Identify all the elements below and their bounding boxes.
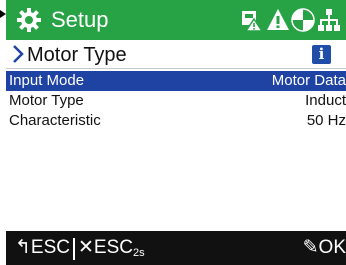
warning-triangle-icon <box>267 9 289 30</box>
cancel-hold-button[interactable]: ✕ESC2s <box>78 238 145 263</box>
divider <box>73 238 75 260</box>
cancel-sub-label: 2s <box>133 247 145 259</box>
x-icon: ✕ <box>78 237 94 258</box>
list-item-input-mode[interactable]: Input Mode Motor Data <box>6 71 346 91</box>
back-button[interactable]: ↰ESC <box>15 238 70 258</box>
play-circle-icon <box>291 8 315 32</box>
return-arrow-icon: ↰ <box>15 237 31 258</box>
breadcrumb[interactable]: Motor Type i <box>6 41 346 69</box>
list-item-label: Motor Type <box>9 92 84 109</box>
gear-icon <box>17 8 41 32</box>
ok-button[interactable]: ✎OK <box>303 238 346 258</box>
breadcrumb-label: Motor Type <box>27 44 127 66</box>
info-icon[interactable]: i <box>312 45 331 64</box>
pencil-icon: ✎ <box>302 237 319 258</box>
header-bar: Setup <box>6 0 346 40</box>
device-screen: Setup Motor Type i Input Mode Motor Data… <box>6 0 346 265</box>
chevron-right-icon <box>13 45 24 63</box>
list-item-characteristic[interactable]: Characteristic 50 Hz <box>6 111 346 131</box>
list-item-value: 50 Hz <box>306 112 346 129</box>
list-item-label: Input Mode <box>9 72 85 89</box>
list-item-value: Motor Data <box>271 72 346 89</box>
list-item-label: Characteristic <box>9 112 101 129</box>
page-title: Setup <box>51 7 109 32</box>
parameter-list: Input Mode Motor Data Motor Type Induct … <box>6 71 346 131</box>
list-item-motor-type[interactable]: Motor Type Induct <box>6 91 346 111</box>
cancel-label: ESC <box>93 237 133 258</box>
list-item-value: Induct <box>305 92 346 109</box>
network-icon <box>318 9 340 31</box>
ok-label: OK <box>318 237 346 258</box>
device-warning-icon <box>242 11 264 32</box>
softkey-bar: ↰ESC ✕ESC2s ✎OK <box>6 231 346 265</box>
back-label: ESC <box>30 237 70 258</box>
